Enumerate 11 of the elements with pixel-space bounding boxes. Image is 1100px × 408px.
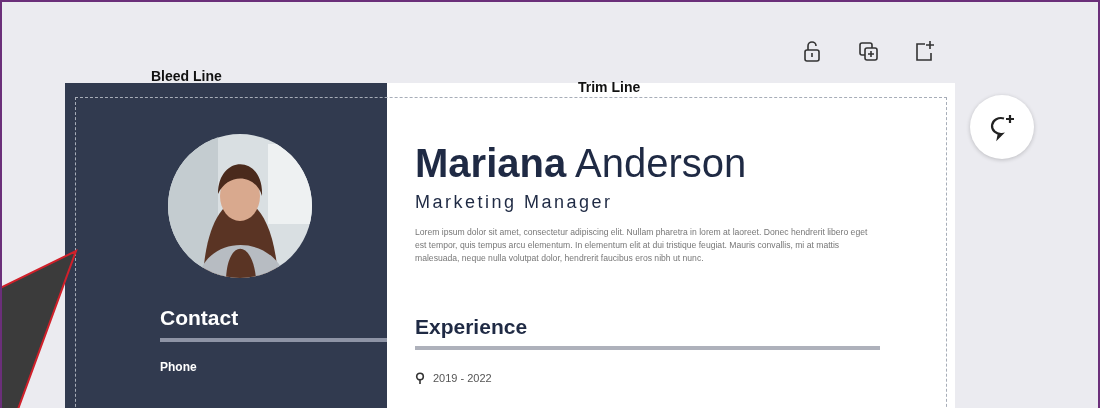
field-label: Phone: [160, 358, 198, 376]
section-heading: Contact: [160, 305, 240, 331]
summary-text: Lorem ipsum dolor sit amet, consectetur adipiscing elit. Nullam pharetra in lorem at laoreet. Donec hendrerit libero eget est tempor, quis tempus arcu elementum. In elementum elit at dui tristique feugiat. Mauris convallis, mi at mattis malesuada, neque nulla volutpat dolor, hendrerit faucibus eros nibh ut nunc.: [415, 226, 869, 265]
date-range: 2019 - 2022: [433, 371, 492, 387]
job-title: Marketing Manager: [415, 191, 614, 214]
location-pin-icon: [415, 372, 425, 385]
add-comment-button[interactable]: [970, 95, 1034, 159]
guide-label: Trim Line: [578, 78, 641, 97]
guide-label: Bleed Line: [151, 67, 222, 86]
section-heading: Experience: [415, 313, 529, 340]
person-name: Mariana Anderson: [415, 143, 748, 183]
